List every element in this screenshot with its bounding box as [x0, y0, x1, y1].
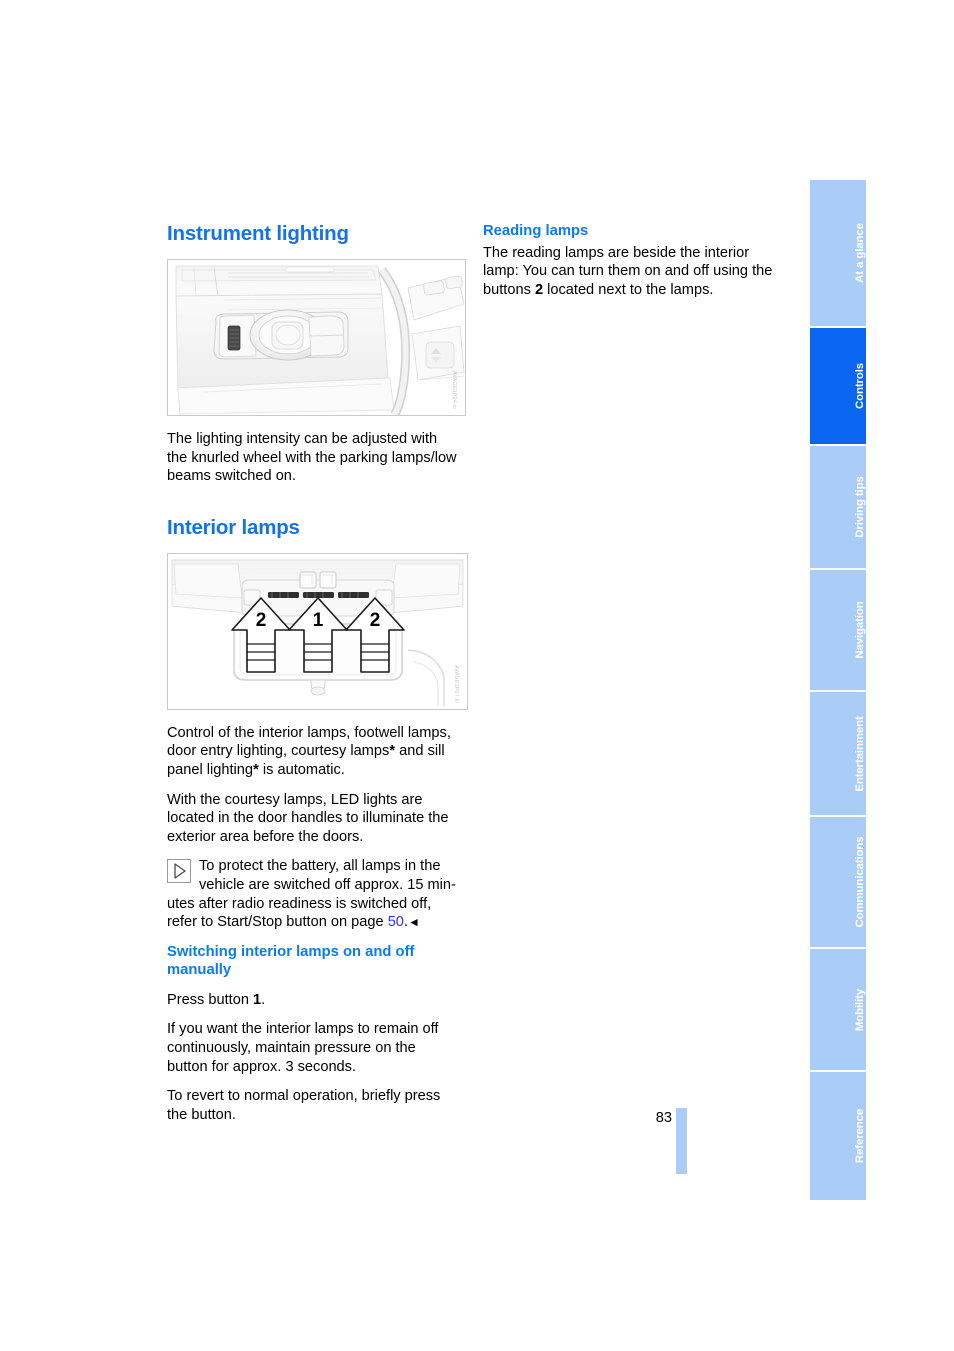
tab-entertainment[interactable]: Entertainment: [810, 692, 866, 817]
interior-lamps-paragraph-2: With the courtesy lamps, LED lights are …: [167, 791, 449, 845]
subsection-title-switching-manually: Switching interior lamps on and off manu…: [167, 943, 415, 979]
svg-text:2: 2: [370, 610, 381, 631]
tab-label: At a glance: [854, 223, 866, 283]
tab-controls[interactable]: Controls: [810, 328, 866, 446]
tab-driving-tips[interactable]: Driving tips: [810, 446, 866, 570]
tab-mobility[interactable]: Mobility: [810, 949, 866, 1072]
tab-at-a-glance[interactable]: At a glance: [810, 180, 866, 328]
overhead-console-illustration: 2 1 2: [168, 553, 467, 709]
tab-label: Navigation: [854, 601, 866, 659]
tab-navigation[interactable]: Navigation: [810, 570, 866, 692]
revert-paragraph: To revert to normal operation, briefly p…: [167, 1088, 441, 1123]
page-reference-link[interactable]: 50: [388, 914, 404, 930]
note-end-marker: ◄: [407, 915, 420, 930]
note-line-2: vehicle are switched off approx. 15 min-: [199, 876, 456, 893]
button-number-1: 1: [253, 991, 262, 1008]
press-button-paragraph: Press button 1.: [167, 991, 460, 1010]
instrument-lighting-paragraph: The lighting intensity can be adjusted w…: [167, 431, 457, 485]
figure-instrument-lighting-switch: AVAGE1P04.ki: [167, 259, 466, 416]
instrument-panel-illustration: [168, 260, 465, 415]
press-button-text-a: Press button: [167, 991, 253, 1008]
svg-text:1: 1: [313, 610, 324, 631]
note-block: To protect the battery, all lamps in the…: [167, 857, 460, 931]
reading-lamps-text-b: located next to the lamps.: [543, 281, 714, 298]
interior-lamps-text-c: is automatic.: [258, 761, 345, 778]
tab-reference[interactable]: Reference: [810, 1072, 866, 1200]
section-title-instrument-lighting: Instrument lighting: [167, 222, 349, 245]
reading-lamps-paragraph: The reading lamps are beside the interio…: [483, 244, 776, 300]
section-index-tabs: At a glance Controls Driving tips Navigatio…: [810, 180, 866, 1200]
page-marker-bar: [676, 1108, 687, 1174]
tab-label: Controls: [854, 362, 866, 410]
interior-lamps-paragraph-1: Control of the interior lamps, footwell …: [167, 724, 460, 780]
tab-label: Reference: [854, 1108, 866, 1164]
tab-label: Driving tips: [854, 476, 866, 538]
manual-page: Instrument lighting AVAGE1P04.ki The lig…: [0, 0, 954, 1351]
page-number: 83: [655, 1110, 672, 1126]
subsection-title-reading-lamps: Reading lamps: [483, 223, 589, 239]
tab-communications[interactable]: Communications: [810, 817, 866, 949]
note-line-1: To protect the battery, all lamps in the: [199, 858, 441, 875]
press-button-text-b: .: [261, 991, 266, 1008]
play-triangle-icon: [167, 859, 191, 884]
figure-code: AVAGE1P04.ki: [451, 370, 457, 409]
continuous-off-paragraph: If you want the interior lamps to remain…: [167, 1021, 439, 1075]
section-title-interior-lamps: Interior lamps: [167, 515, 300, 539]
left-column: Instrument lighting AVAGE1P04.ki The lig…: [167, 222, 468, 1124]
button-number-2: 2: [534, 281, 544, 298]
tab-label: Mobility: [854, 988, 866, 1031]
tab-label: Communications: [854, 836, 866, 928]
right-column: Reading lamps The reading lamps are besi…: [483, 222, 776, 299]
note-line-3: utes after radio readiness is switched o…: [167, 895, 460, 932]
figure-code: AVAGE1P07.ki: [453, 664, 459, 703]
tab-label: Entertainment: [854, 715, 866, 792]
figure-interior-lamps-console: 2 1 2 AVAGE1P07.ki: [167, 552, 468, 710]
svg-text:2: 2: [256, 610, 267, 631]
